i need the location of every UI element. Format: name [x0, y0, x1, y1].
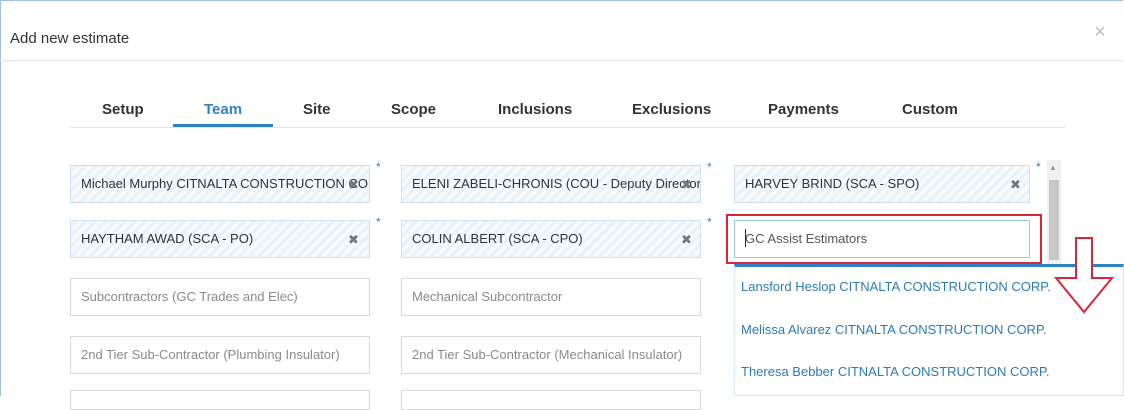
down-arrow-icon [1053, 237, 1115, 314]
tab-payments[interactable]: Payments [768, 101, 839, 118]
tab-exclusions[interactable]: Exclusions [632, 101, 711, 118]
required-mark: * [376, 215, 381, 229]
header-divider [0, 60, 1123, 61]
tab-custom[interactable]: Custom [902, 101, 958, 118]
remove-icon[interactable]: ✖ [348, 177, 359, 193]
remove-icon[interactable]: ✖ [681, 232, 692, 248]
required-mark: * [1036, 160, 1041, 174]
team-member-value: COLIN ALBERT (SCA - CPO) [412, 231, 583, 246]
dropdown-option[interactable]: Lansford Heslop CITNALTA CONSTRUCTION CO… [741, 279, 1051, 294]
field-placeholder: 2nd Tier Sub-Contractor (Mechanical Insu… [412, 347, 683, 362]
field-placeholder: Subcontractors (GC Trades and Elec) [81, 289, 298, 304]
tab-scope[interactable]: Scope [391, 101, 436, 118]
team-member-field[interactable]: HAYTHAM AWAD (SCA - PO) [70, 220, 370, 258]
dropdown-option[interactable]: Melissa Alvarez CITNALTA CONSTRUCTION CO… [741, 322, 1047, 337]
dialog-title: Add new estimate [10, 30, 130, 47]
subcontractors-field[interactable]: Subcontractors (GC Trades and Elec) [70, 278, 370, 316]
mechanical-insulator-field[interactable]: 2nd Tier Sub-Contractor (Mechanical Insu… [401, 336, 701, 374]
tab-bar: Setup Team Site Scope Inclusions Exclusi… [70, 95, 1065, 128]
active-tab-indicator [173, 124, 273, 127]
remove-icon[interactable]: ✖ [681, 177, 692, 193]
plumbing-insulator-field[interactable]: 2nd Tier Sub-Contractor (Plumbing Insula… [70, 336, 370, 374]
required-mark: * [707, 215, 712, 229]
scroll-up-icon[interactable]: ▲ [1049, 163, 1057, 172]
required-mark: * [376, 160, 381, 174]
mechanical-subcontractor-field[interactable]: Mechanical Subcontractor [401, 278, 701, 316]
remove-icon[interactable]: ✖ [348, 232, 359, 248]
team-member-field[interactable]: ELENI ZABELI-CHRONIS (COU - Deputy Direc… [401, 165, 701, 203]
team-member-value: HAYTHAM AWAD (SCA - PO) [81, 231, 254, 246]
dropdown-option[interactable]: Theresa Bebber CITNALTA CONSTRUCTION COR… [741, 364, 1049, 379]
close-icon[interactable]: × [1090, 22, 1110, 42]
required-mark: * [707, 160, 712, 174]
tab-team[interactable]: Team [204, 101, 242, 118]
next-field[interactable] [70, 390, 370, 410]
tab-setup[interactable]: Setup [102, 101, 144, 118]
tab-inclusions[interactable]: Inclusions [498, 101, 572, 118]
tab-site[interactable]: Site [303, 101, 331, 118]
team-member-value: HARVEY BRIND (SCA - SPO) [745, 176, 920, 191]
team-member-value: Michael Murphy CITNALTA CONSTRUCTION COR… [81, 176, 370, 191]
team-member-value: ELENI ZABELI-CHRONIS (COU - Deputy Direc… [412, 176, 701, 191]
next-field[interactable] [401, 390, 701, 410]
field-placeholder: Mechanical Subcontractor [412, 289, 563, 304]
highlight-box [726, 214, 1042, 264]
team-member-field[interactable]: COLIN ALBERT (SCA - CPO) [401, 220, 701, 258]
team-member-field[interactable]: HARVEY BRIND (SCA - SPO) [734, 165, 1030, 203]
field-placeholder: 2nd Tier Sub-Contractor (Plumbing Insula… [81, 347, 340, 362]
remove-icon[interactable]: ✖ [1010, 177, 1021, 193]
team-member-field[interactable]: Michael Murphy CITNALTA CONSTRUCTION COR… [70, 165, 370, 203]
